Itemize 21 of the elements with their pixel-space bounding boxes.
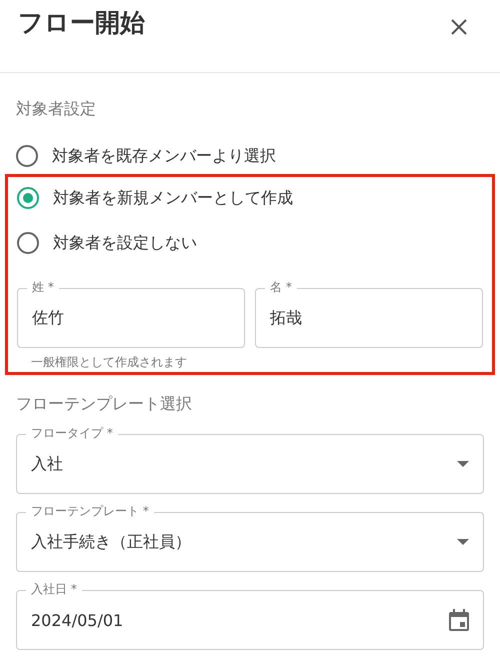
radio-option[interactable]: 対象者を既存メンバーより選択 (16, 141, 276, 171)
helper-text: 一般権限として作成されます (31, 354, 187, 370)
calendar-icon (449, 609, 469, 631)
dropdown-caret-icon (457, 461, 469, 467)
field-label: フロータイプ * (26, 425, 118, 441)
select-field[interactable]: フロータイプ * 入社 (16, 425, 484, 494)
radio-option[interactable]: 対象者を設定しない (17, 228, 197, 258)
select-field[interactable]: フローテンプレート * 入社手続き（正社員） (16, 503, 484, 572)
section-heading: 対象者設定 (16, 98, 96, 120)
dropdown-caret-icon (457, 539, 469, 545)
field-label: フローテンプレート * (26, 503, 154, 519)
field-label: 入社日 * (26, 581, 82, 597)
field-label: 名 * (265, 279, 297, 295)
close-icon (450, 18, 468, 36)
section-heading: フローテンプレート選択 (16, 393, 192, 415)
date-field[interactable]: 入社日 * 2024/05/01 (16, 581, 484, 650)
text-field[interactable]: 姓 * 佐竹 (17, 279, 245, 348)
field-label: 姓 * (27, 279, 59, 295)
dialog-title: フロー開始 (18, 7, 145, 39)
radio-option[interactable]: 対象者を新規メンバーとして作成 (17, 183, 293, 213)
text-field[interactable]: 名 * 拓哉 (255, 279, 483, 348)
